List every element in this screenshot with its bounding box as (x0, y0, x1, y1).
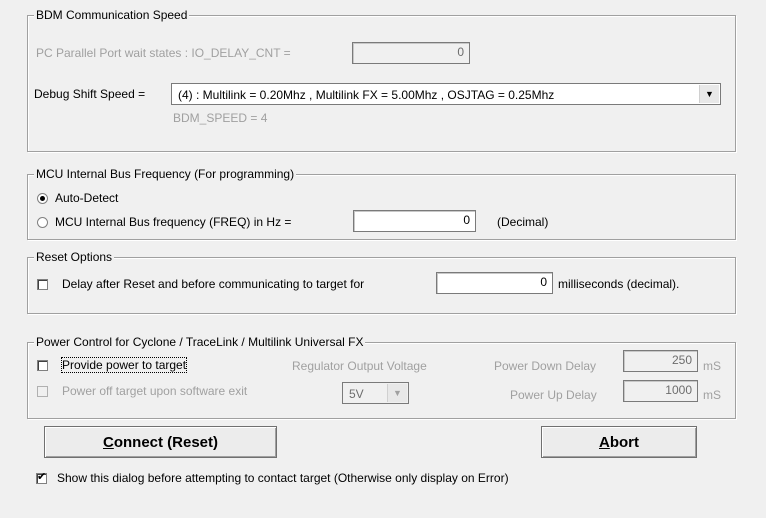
delay-after-reset-label[interactable]: Delay after Reset and before communicati… (62, 277, 364, 291)
bdm-speed-readout: BDM_SPEED = 4 (173, 111, 268, 125)
power-down-unit: mS (703, 359, 721, 373)
abort-mnemonic: A (598, 433, 610, 451)
chevron-down-icon[interactable]: ▼ (387, 384, 407, 402)
power-down-delay-label: Power Down Delay (494, 359, 597, 373)
mcu-freq-radio[interactable] (37, 217, 48, 228)
provide-power-checkbox[interactable] (37, 360, 48, 371)
mcu-frequency-legend: MCU Internal Bus Frequency (For programm… (34, 167, 297, 181)
mcu-freq-unit: (Decimal) (497, 215, 549, 229)
io-delay-cnt-field[interactable]: 0 (352, 42, 470, 64)
debug-shift-speed-value: (4) : Multilink = 0.20Mhz , Multilink FX… (178, 88, 555, 102)
chevron-down-icon[interactable]: ▼ (699, 85, 719, 103)
parallel-port-label: PC Parallel Port wait states : IO_DELAY_… (36, 46, 291, 60)
regulator-voltage-select[interactable]: 5V ▼ (342, 382, 409, 404)
show-dialog-checkbox[interactable] (36, 470, 47, 484)
bdm-speed-legend: BDM Communication Speed (34, 8, 190, 22)
debug-shift-speed-select[interactable]: (4) : Multilink = 0.20Mhz , Multilink FX… (171, 83, 721, 105)
power-up-delay-label: Power Up Delay (510, 388, 597, 402)
auto-detect-label[interactable]: Auto-Detect (55, 191, 118, 205)
connect-label: onnect (Reset) (113, 433, 219, 451)
mcu-freq-field[interactable]: 0 (353, 210, 476, 232)
debug-shift-speed-label: Debug Shift Speed = (34, 87, 146, 101)
show-dialog-label[interactable]: Show this dialog before attempting to co… (57, 471, 509, 485)
power-up-delay-field[interactable]: 1000 (623, 380, 698, 402)
connect-reset-button[interactable]: Connect (Reset) (44, 426, 277, 458)
power-off-exit-checkbox[interactable] (37, 386, 48, 397)
mcu-freq-label[interactable]: MCU Internal Bus frequency (FREQ) in Hz … (55, 215, 291, 229)
power-down-delay-field[interactable]: 250 (623, 350, 698, 372)
provide-power-label[interactable]: Provide power to target (60, 357, 188, 373)
delay-after-reset-checkbox[interactable] (37, 279, 48, 290)
reset-delay-field[interactable]: 0 (436, 272, 553, 294)
reset-delay-unit: milliseconds (decimal). (558, 277, 680, 291)
power-up-unit: mS (703, 388, 721, 402)
abort-button[interactable]: Abort (541, 426, 697, 458)
reset-options-legend: Reset Options (34, 250, 115, 264)
connect-mnemonic: C (102, 433, 114, 451)
regulator-voltage-value: 5V (349, 387, 364, 401)
abort-label: bort (609, 433, 639, 451)
auto-detect-radio[interactable] (37, 193, 48, 204)
power-control-legend: Power Control for Cyclone / TraceLink / … (34, 335, 366, 349)
power-off-exit-label[interactable]: Power off target upon software exit (62, 384, 247, 398)
regulator-voltage-label: Regulator Output Voltage (292, 359, 427, 373)
